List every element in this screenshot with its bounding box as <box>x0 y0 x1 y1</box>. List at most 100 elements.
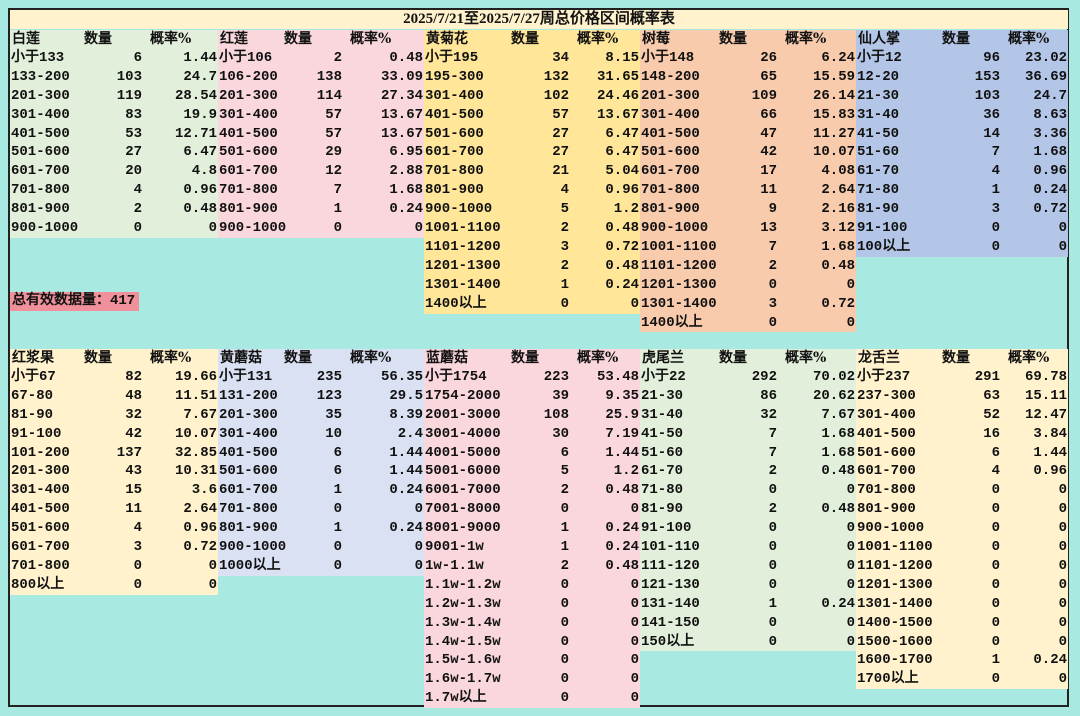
rate-cell: 6.24 <box>821 49 855 66</box>
range-cell: 1.6w-1.7w <box>425 671 501 688</box>
rate-cell: 0.48 <box>183 201 217 218</box>
range-cell: 801-900 <box>641 201 700 218</box>
count-header: 数量 <box>719 31 747 47</box>
count-cell: 5 <box>560 463 569 480</box>
table-name: 龙舌兰 <box>858 350 900 366</box>
range-cell: 91-100 <box>857 220 908 236</box>
range-cell: 101-200 <box>11 444 70 461</box>
count-cell: 4 <box>133 182 142 199</box>
count-cell: 102 <box>543 87 569 104</box>
range-cell: 201-300 <box>641 87 700 104</box>
rate-cell: 15.83 <box>812 106 855 123</box>
range-cell: 小于22 <box>641 368 686 385</box>
rate-cell: 0.24 <box>389 201 423 218</box>
rate-cell: 27.34 <box>380 87 423 104</box>
rate-cell: 2.64 <box>183 501 217 518</box>
rate-cell: 24.7 <box>1033 87 1067 104</box>
rate-cell: 0 <box>846 614 855 631</box>
range-cell: 41-50 <box>857 125 900 142</box>
count-header: 数量 <box>84 350 112 366</box>
count-header: 数量 <box>719 350 747 366</box>
rate-cell: 0.72 <box>605 238 639 255</box>
rate-cell: 0.24 <box>605 520 639 537</box>
rate-cell: 0 <box>1058 614 1067 631</box>
rate-cell: 2.4 <box>397 425 423 442</box>
count-cell: 6 <box>133 49 142 66</box>
rate-cell: 13.67 <box>596 106 639 123</box>
range-cell: 501-600 <box>219 144 278 161</box>
count-cell: 4 <box>991 163 1000 180</box>
range-cell: 1001-1100 <box>857 539 933 555</box>
range-cell: 201-300 <box>219 406 278 423</box>
range-cell: 401-500 <box>11 125 70 142</box>
range-cell: 501-600 <box>219 463 278 480</box>
rate-header: 概率% <box>785 31 827 47</box>
rate-cell: 7.19 <box>605 425 639 442</box>
range-cell: 601-700 <box>219 163 278 180</box>
count-cell: 2 <box>768 257 777 274</box>
range-cell: 5001-6000 <box>425 463 501 480</box>
count-cell: 0 <box>991 238 1000 255</box>
range-cell: 501-600 <box>425 125 484 142</box>
count-header: 数量 <box>511 350 539 366</box>
count-cell: 1 <box>333 201 342 218</box>
count-cell: 1 <box>768 595 777 612</box>
rate-cell: 0 <box>1058 501 1067 518</box>
count-cell: 153 <box>974 68 1000 85</box>
range-cell: 67-80 <box>11 387 54 404</box>
rate-cell: 0 <box>414 557 423 574</box>
range-cell: 8001-9000 <box>425 520 501 537</box>
count-cell: 1 <box>560 539 569 555</box>
count-cell: 4 <box>560 182 569 199</box>
rate-cell: 0.24 <box>389 482 423 499</box>
range-cell: 71-80 <box>641 482 684 499</box>
rate-cell: 0.24 <box>1033 182 1067 199</box>
rate-cell: 1.44 <box>183 49 217 66</box>
range-cell: 1201-1300 <box>641 276 717 293</box>
count-cell: 0 <box>560 633 569 650</box>
count-cell: 0 <box>991 614 1000 631</box>
range-cell: 601-700 <box>11 539 70 555</box>
rate-cell: 70.02 <box>812 368 855 385</box>
range-cell: 501-600 <box>857 444 916 461</box>
range-cell: 100以上 <box>857 238 911 255</box>
range-cell: 12-20 <box>857 68 900 85</box>
range-cell: 133-200 <box>11 68 70 85</box>
range-cell: 1101-1200 <box>641 257 717 274</box>
count-cell: 0 <box>991 633 1000 650</box>
range-cell: 91-100 <box>11 425 62 442</box>
rate-cell: 1.68 <box>1033 144 1067 161</box>
count-cell: 292 <box>751 368 777 385</box>
range-cell: 301-400 <box>425 87 484 104</box>
range-cell: 601-700 <box>219 482 278 499</box>
rate-cell: 0.48 <box>605 257 639 274</box>
rate-cell: 1.68 <box>821 238 855 255</box>
range-cell: 900-1000 <box>11 220 79 236</box>
range-cell: 801-900 <box>857 501 916 518</box>
rate-cell: 36.69 <box>1024 68 1067 85</box>
total-valid-count: 总有效数据量：417 <box>10 292 140 311</box>
range-cell: 1.5w-1.6w <box>425 652 501 669</box>
rate-cell: 0.24 <box>821 595 855 612</box>
rate-cell: 1.44 <box>605 444 639 461</box>
count-cell: 27 <box>552 144 569 161</box>
range-cell: 301-400 <box>219 106 278 123</box>
rate-cell: 69.78 <box>1024 368 1067 385</box>
rate-cell: 1.68 <box>821 425 855 442</box>
count-cell: 5 <box>560 201 569 218</box>
range-cell: 1754-2000 <box>425 387 501 404</box>
range-cell: 111-120 <box>641 557 700 574</box>
rate-cell: 2.16 <box>821 201 855 218</box>
count-cell: 0 <box>768 557 777 574</box>
rate-cell: 1.44 <box>389 444 423 461</box>
count-cell: 9 <box>768 201 777 218</box>
count-cell: 13 <box>760 220 777 236</box>
count-cell: 2 <box>333 49 342 66</box>
count-cell: 291 <box>974 368 1000 385</box>
rate-cell: 3.84 <box>1033 425 1067 442</box>
count-cell: 27 <box>552 125 569 142</box>
range-cell: 9001-1w <box>425 539 484 555</box>
rate-cell: 25.9 <box>605 406 639 423</box>
count-header: 数量 <box>942 350 970 366</box>
rate-cell: 0 <box>630 652 639 669</box>
